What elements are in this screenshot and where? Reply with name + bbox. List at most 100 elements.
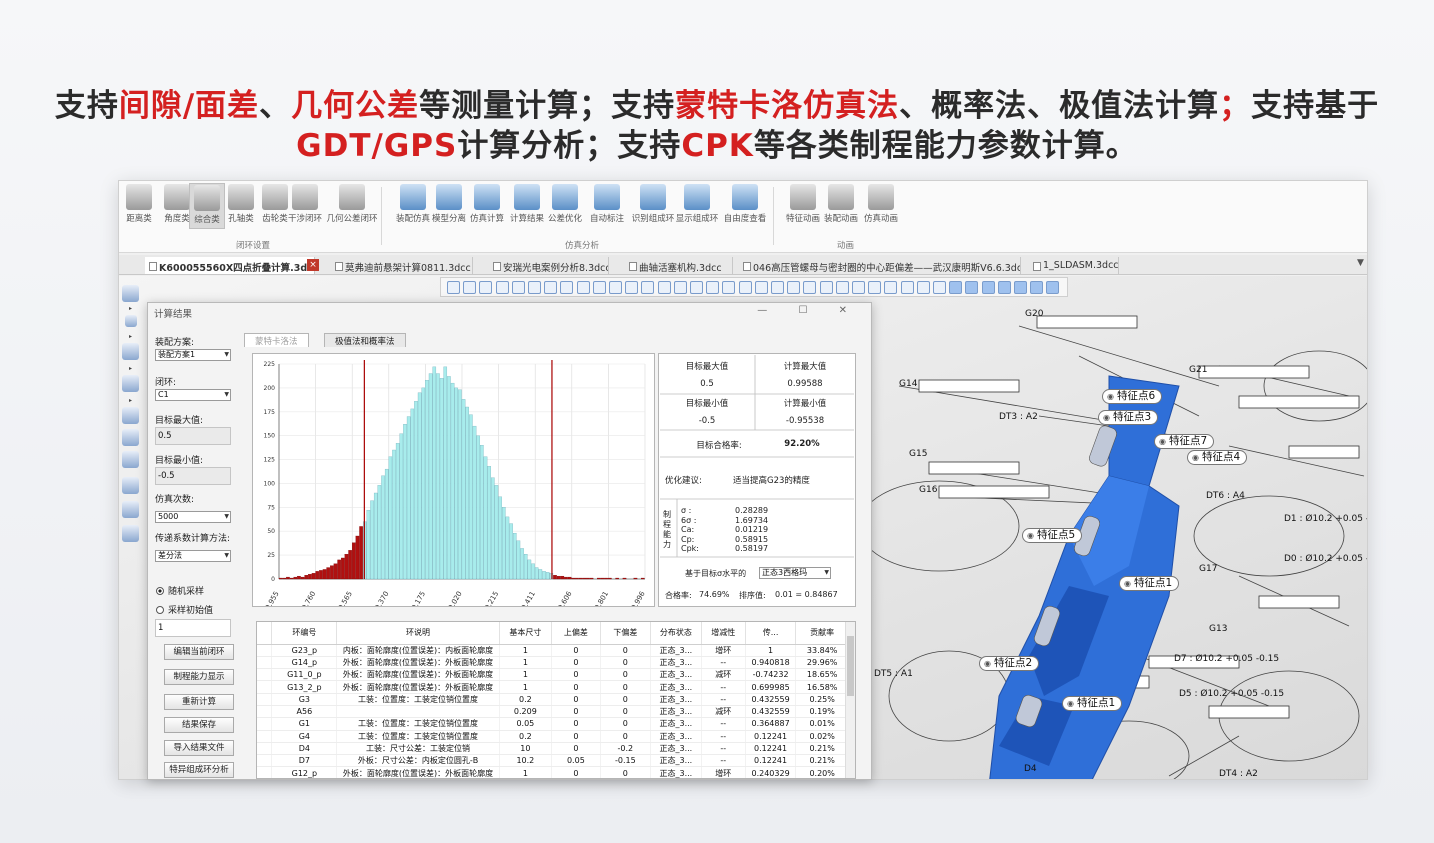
view-tool-icon[interactable] (803, 281, 817, 294)
table-row[interactable]: G13_2_p 外板：面轮廓度(位置误差)：外板面轮廓度 1 0 0 正态_3... -- 0… (257, 680, 849, 694)
ribbon-item-16[interactable]: 特征动画 (785, 183, 821, 229)
table-row[interactable]: G3 工装：位置度：工装定位销位置度 0.2 0 0 正态_3... -- 0.432559 0… (257, 693, 849, 706)
view-tool-icon[interactable] (835, 281, 849, 294)
column-header[interactable]: 环编号 (271, 622, 338, 645)
panel-icon[interactable] (122, 477, 139, 494)
document-tab[interactable]: 莫弗迪前悬架计算0811.3dcc (331, 257, 473, 274)
ribbon-item-14[interactable]: 显示组成环 (675, 183, 719, 229)
table-row[interactable]: D7 外板：尺寸公差：内板定位圆孔-B 10.2 0.05 -0.15 正态_3... --… (257, 754, 849, 768)
settings-icon[interactable] (125, 315, 137, 327)
expand-arrow-icon[interactable]: ▸ (129, 397, 132, 404)
target-max-field[interactable]: 0.5 (155, 427, 231, 445)
radio-initial[interactable]: 采样初始值 (156, 603, 213, 616)
column-header[interactable]: 环说明 (336, 622, 500, 645)
expand-arrow-icon[interactable]: ▸ (129, 333, 132, 340)
view-tool-icon[interactable] (916, 281, 930, 294)
feature-point-label[interactable]: 特征点6 (1102, 389, 1163, 404)
target-min-field[interactable]: -0.5 (155, 467, 231, 485)
view-tool-icon[interactable] (463, 281, 477, 294)
view-tool-icon[interactable] (495, 281, 509, 294)
feature-point-label[interactable]: 特征点7 (1154, 434, 1215, 449)
table-row[interactable]: G12_p 外板：面轮廓度(位置误差)：外板面轮廓度 1 0 0 正态_3... 增环 0.2… (257, 766, 849, 778)
save-result-button[interactable]: 结果保存 (164, 717, 234, 733)
view-tool-icon[interactable] (528, 281, 541, 294)
ribbon-item-5[interactable]: 干涉闭环 (287, 183, 323, 229)
view-tool-icon[interactable] (592, 281, 606, 294)
tab-close-icon[interactable]: × (307, 259, 319, 271)
expand-arrow-icon[interactable]: ▸ (129, 305, 132, 312)
sigma-level-select[interactable]: 正态3西格玛 (759, 567, 831, 579)
assembly-select[interactable]: 装配方案1 (155, 349, 231, 361)
view-tool-icon[interactable] (511, 281, 525, 294)
loop-select[interactable]: C1 (155, 389, 231, 401)
radio-random[interactable]: 随机采样 (156, 584, 204, 597)
view-tool-icon[interactable] (1014, 281, 1027, 294)
table-row[interactable]: G4 工装：位置度：工装定位销位置度 0.2 0 0 正态_3... -- 0.12241 0.… (257, 730, 849, 743)
ribbon-item-6[interactable]: 几何公差闭环 (325, 183, 379, 229)
ribbon-item-8[interactable]: 模型分离 (431, 183, 467, 229)
import-result-button[interactable]: 导入结果文件 (164, 740, 234, 756)
column-header[interactable]: 传... (745, 622, 797, 645)
view-tool-icon[interactable] (560, 281, 574, 294)
ribbon-item-13[interactable]: 识别组成环 (631, 183, 675, 229)
view-tool-icon[interactable] (609, 281, 622, 294)
table-row[interactable]: A56 0.209 0 0 正态_3... 减环 0.432559 0.19% (257, 705, 849, 719)
view-tool-icon[interactable] (447, 281, 460, 294)
column-header[interactable]: 贡献率 (795, 622, 849, 645)
document-tab[interactable]: 曲轴活塞机构.3dcc (625, 257, 733, 274)
axis-icon[interactable] (122, 343, 139, 360)
view-tool-icon[interactable] (787, 281, 801, 294)
view-tool-icon[interactable] (1030, 281, 1044, 294)
molecule-icon[interactable] (122, 451, 139, 468)
view-tool-icon[interactable] (884, 281, 898, 294)
table-row[interactable]: G1 工装：位置度：工装定位销位置度 0.05 0 0 正态_3... -- 0.364887… (257, 717, 849, 731)
table-row[interactable]: G14_p 外板：面轮廓度(位置误差)：外板面轮廓度 1 0 0 正态_3... -- 0.9… (257, 656, 849, 670)
feature-point-label[interactable]: 特征点5 (1022, 528, 1083, 543)
view-tool-icon[interactable] (819, 281, 833, 294)
table-scrollbar[interactable] (845, 622, 855, 778)
tolerance-icon[interactable] (122, 407, 139, 424)
view-tool-icon[interactable] (641, 281, 655, 294)
window-buttons[interactable]: — ☐ ✕ (757, 305, 861, 316)
recalculate-button[interactable]: 重新计算 (164, 694, 234, 710)
target-icon[interactable] (122, 525, 139, 542)
view-tool-icon[interactable] (544, 281, 558, 294)
cube-view-icon[interactable] (122, 285, 139, 302)
feature-point-label[interactable]: 特征点1 (1119, 576, 1180, 591)
table-row[interactable]: G11_0_p 外板：面轮廓度(位置误差)：外板面轮廓度 1 0 0 正态_3... 减环 -… (257, 668, 849, 682)
view-tool-icon[interactable] (900, 281, 914, 294)
document-tab[interactable]: K600055560X四点折叠计算.3dcc (145, 257, 315, 274)
ribbon-item-10[interactable]: 计算结果 (509, 183, 545, 229)
column-header[interactable]: 下偏差 (600, 622, 652, 645)
measure-icon[interactable] (122, 375, 139, 392)
view-tool-icon[interactable] (868, 281, 882, 294)
seed-field[interactable]: 1 (155, 619, 231, 637)
expand-arrow-icon[interactable]: ▸ (129, 365, 132, 372)
feature-point-label[interactable]: 特征点4 (1187, 450, 1248, 465)
column-header[interactable]: 上偏差 (551, 622, 601, 645)
column-header[interactable] (257, 622, 273, 645)
document-tab[interactable]: 安瑞光电案例分析8.3dcc (489, 257, 609, 274)
feature-point-label[interactable]: 特征点1 (1062, 696, 1123, 711)
column-header[interactable]: 增减性 (701, 622, 746, 645)
view-tool-icon[interactable] (479, 281, 493, 294)
view-tool-icon[interactable] (965, 281, 979, 294)
view-tool-icon[interactable] (754, 281, 768, 294)
feature-point-label[interactable]: 特征点2 (979, 656, 1040, 671)
table-row[interactable]: D4 工装：尺寸公差：工装定位销 10 0 -0.2 正态_3... -- 0.12241 0.… (257, 742, 849, 756)
ribbon-item-7[interactable]: 装配仿真 (395, 183, 431, 229)
view-tool-icon[interactable] (690, 281, 703, 294)
view-tool-icon[interactable] (657, 281, 671, 294)
tab-extreme-probability[interactable]: 极值法和概率法 (324, 333, 406, 347)
view-tool-icon[interactable] (738, 281, 752, 294)
view-tool-icon[interactable] (771, 281, 784, 294)
document-tab[interactable]: 1_SLDASM.3dcc (1029, 257, 1119, 274)
scroll-thumb[interactable] (847, 636, 854, 696)
ribbon-item-17[interactable]: 装配动画 (823, 183, 859, 229)
feature-point-label[interactable]: 特征点3 (1098, 410, 1159, 425)
coef-method-select[interactable]: 差分法 (155, 550, 231, 562)
ribbon-item-15[interactable]: 自由度查看 (723, 183, 767, 229)
edit-loop-button[interactable]: 编辑当前闭环 (164, 644, 234, 660)
ribbon-item-0[interactable]: 距离类 (121, 183, 157, 229)
ribbon-item-18[interactable]: 仿真动画 (863, 183, 899, 229)
